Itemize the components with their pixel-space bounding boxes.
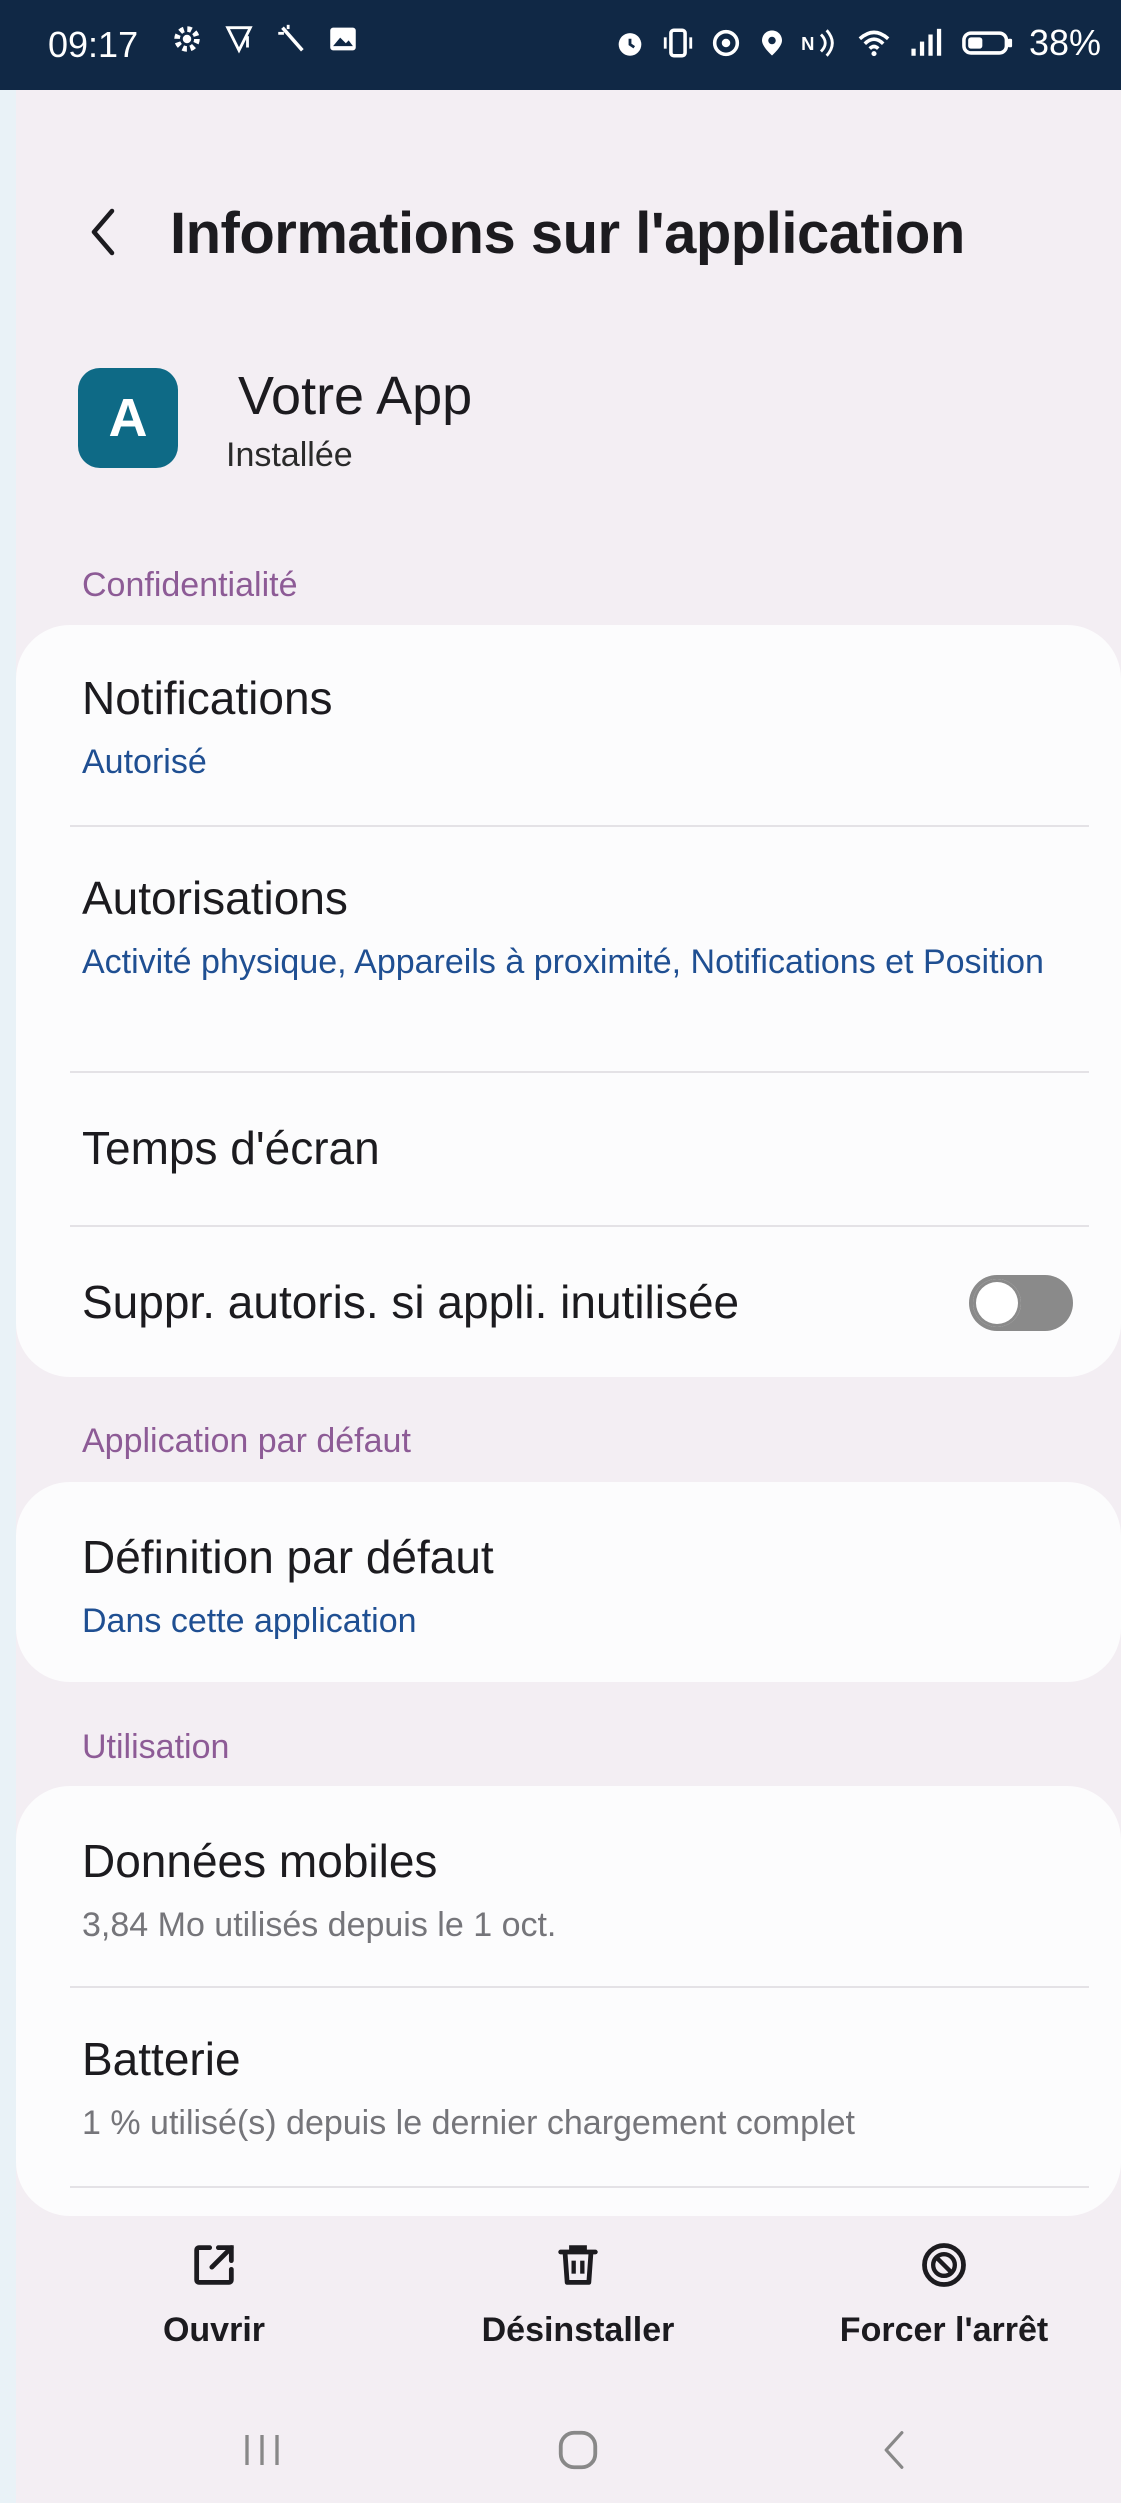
- back-button[interactable]: [78, 202, 128, 262]
- toggle-knob: [973, 1279, 1021, 1327]
- system-nav-bar: [0, 2400, 1121, 2503]
- battery-percent: 38%: [1028, 22, 1101, 63]
- status-time: 09:17: [48, 24, 139, 65]
- notifications-item[interactable]: Notifications Autorisé: [82, 671, 1055, 785]
- home-icon: [558, 2430, 598, 2470]
- remove-permissions-item[interactable]: Suppr. autoris. si appli. inutilisée: [82, 1275, 921, 1329]
- open-label: Ouvrir: [162, 2311, 266, 2349]
- set-default-item[interactable]: Définition par défaut Dans cette applica…: [82, 1530, 1055, 1644]
- volte-icon: N: [801, 26, 841, 60]
- notifications-value: Autorisé: [82, 743, 207, 781]
- bottom-action-bar: Ouvrir Désinstaller Forcer l'arrêt: [0, 2225, 1121, 2365]
- mobile-data-title: Données mobiles: [82, 1835, 438, 1887]
- page-title: Informations sur l'application: [170, 201, 965, 266]
- app-install-status: Installée: [226, 436, 353, 474]
- app-name: Votre App: [238, 366, 473, 426]
- alarm-icon: [613, 26, 647, 60]
- home-button[interactable]: [538, 2420, 618, 2480]
- permissions-item[interactable]: Autorisations Activité physique, Apparei…: [82, 871, 1055, 985]
- force-stop-label: Forcer l'arrêt: [839, 2311, 1049, 2349]
- open-external-icon: [188, 2225, 240, 2305]
- app-icon: A: [78, 368, 178, 468]
- back-nav-button[interactable]: [854, 2420, 934, 2480]
- default-app-card: Définition par défaut Dans cette applica…: [16, 1482, 1121, 1682]
- remove-permissions-title: Suppr. autoris. si appli. inutilisée: [82, 1276, 740, 1328]
- battery-title: Batterie: [82, 2033, 241, 2085]
- left-edge-strip: [0, 90, 16, 2503]
- wifi-icon: [855, 26, 893, 60]
- mobile-data-item[interactable]: Données mobiles 3,84 Mo utilisés depuis …: [82, 1834, 1055, 1948]
- battery-icon: [961, 26, 1015, 60]
- section-label-privacy: Confidentialité: [82, 566, 298, 604]
- mobile-data-value: 3,84 Mo utilisés depuis le 1 oct.: [82, 1906, 557, 1944]
- wifi-call-icon: [222, 22, 256, 56]
- screen-time-item[interactable]: Temps d'écran: [82, 1121, 1055, 1175]
- recent-apps-icon: [245, 2435, 279, 2465]
- uninstall-button[interactable]: Désinstaller: [448, 2225, 708, 2350]
- set-default-title: Définition par défaut: [82, 1531, 494, 1583]
- uninstall-label: Désinstaller: [481, 2311, 675, 2349]
- divider: [70, 1986, 1089, 1988]
- remove-permissions-toggle[interactable]: [969, 1275, 1073, 1331]
- svg-text:N: N: [801, 33, 814, 54]
- usage-card: Données mobiles 3,84 Mo utilisés depuis …: [16, 1786, 1121, 2216]
- force-stop-button[interactable]: Forcer l'arrêt: [814, 2225, 1074, 2350]
- vibrate-icon: [661, 26, 695, 60]
- battery-value: 1 % utilisé(s) depuis le dernier chargem…: [82, 2104, 855, 2142]
- location-icon: [757, 26, 787, 60]
- section-label-usage: Utilisation: [82, 1728, 230, 1766]
- image-icon: [326, 22, 360, 56]
- signal-icon: [907, 26, 947, 60]
- privacy-card: Notifications Autorisé Autorisations Act…: [16, 625, 1121, 1377]
- open-button[interactable]: Ouvrir: [84, 2225, 344, 2350]
- app-bar: Informations sur l'application: [0, 180, 1121, 290]
- magic-wand-icon: [274, 22, 308, 56]
- back-arrow-icon: [91, 208, 115, 256]
- permissions-value: Activité physique, Appareils à proximité…: [82, 943, 1044, 981]
- status-bar: 09:17 N 38%: [0, 0, 1121, 90]
- battery-item[interactable]: Batterie 1 % utilisé(s) depuis le dernie…: [82, 2032, 1055, 2146]
- back-nav-icon: [884, 2431, 904, 2469]
- trash-icon: [552, 2225, 604, 2305]
- gear-icon: [170, 22, 204, 56]
- sync-icon: [709, 26, 743, 60]
- recent-apps-button[interactable]: [222, 2420, 302, 2480]
- block-icon: [918, 2225, 970, 2305]
- permissions-title: Autorisations: [82, 872, 348, 924]
- set-default-value: Dans cette application: [82, 1602, 417, 1640]
- section-label-default-app: Application par défaut: [82, 1422, 411, 1460]
- notifications-title: Notifications: [82, 672, 333, 724]
- screen-time-title: Temps d'écran: [82, 1122, 380, 1174]
- divider: [70, 2186, 1089, 2188]
- divider: [70, 1225, 1089, 1227]
- divider: [70, 1071, 1089, 1073]
- divider: [70, 825, 1089, 827]
